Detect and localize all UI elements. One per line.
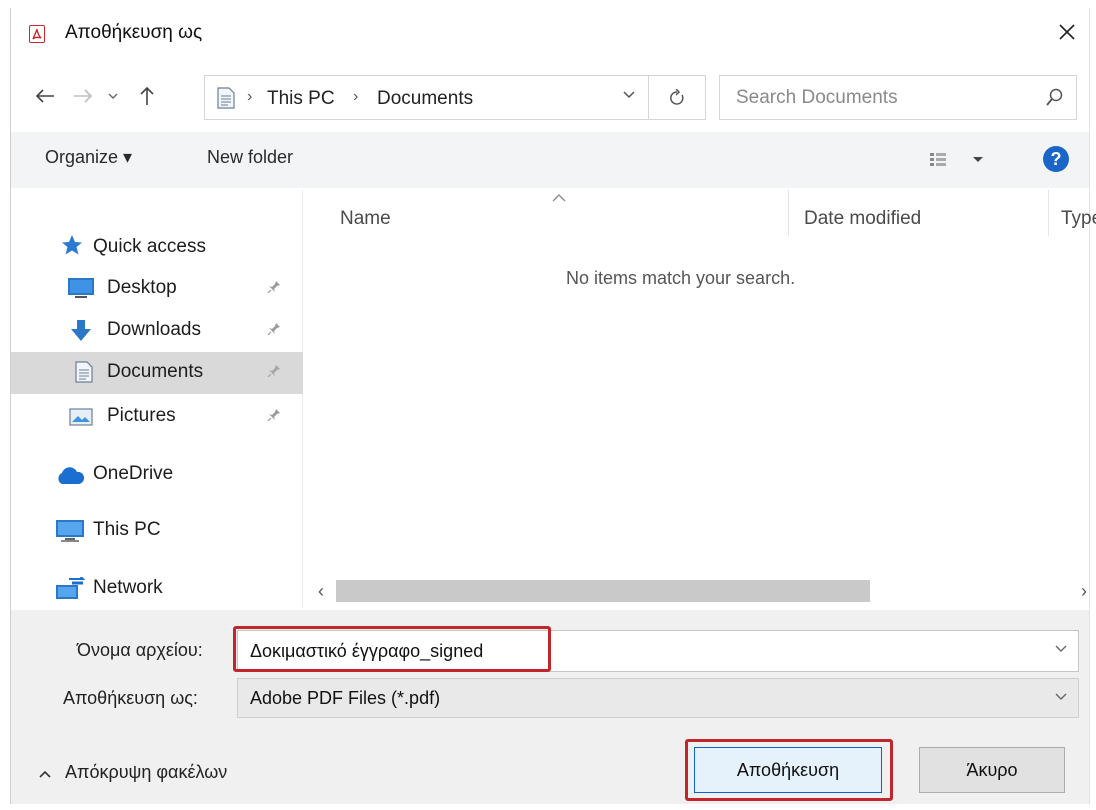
column-divider[interactable] — [788, 190, 789, 236]
organize-button[interactable]: Organize ▾ — [45, 147, 132, 168]
desktop-icon — [68, 278, 94, 298]
save-as-dialog: Αποθήκευση ως › This PC › Documents Sear… — [10, 8, 1096, 804]
help-button[interactable]: ? — [1043, 146, 1069, 172]
sidebar-item-label: Desktop — [107, 277, 177, 298]
help-icon: ? — [1050, 149, 1062, 169]
sidebar-item-label: Downloads — [107, 319, 201, 340]
scrollbar-thumb[interactable] — [336, 580, 870, 602]
window-title: Αποθήκευση ως — [65, 22, 203, 43]
scroll-right-icon[interactable]: › — [1081, 581, 1087, 602]
dialog-footer: Απόκρυψη φακέλων Αποθήκευση Άκυρο — [11, 722, 1089, 804]
sidebar-item-pictures[interactable]: Pictures — [11, 396, 303, 436]
acrobat-icon — [29, 25, 45, 43]
arrow-left-icon — [35, 89, 54, 103]
save-form: Όνομα αρχείου: Αποθήκευση ως: Adobe PDF … — [11, 610, 1089, 722]
save-type-label: Αποθήκευση ως: — [63, 688, 198, 708]
sidebar-item-label: Pictures — [107, 405, 176, 426]
search-icon — [1046, 88, 1063, 106]
save-type-value: Adobe PDF Files (*.pdf) — [250, 688, 441, 708]
search-box[interactable] — [719, 75, 1077, 120]
hide-folders-button[interactable]: Απόκρυψη φακέλων — [39, 762, 227, 783]
column-header-type[interactable]: Type — [1061, 208, 1096, 230]
column-header-name[interactable]: Name — [340, 208, 391, 230]
filename-label: Όνομα αρχείου: — [77, 640, 203, 660]
sidebar-item-desktop[interactable]: Desktop — [11, 268, 303, 308]
document-icon — [217, 87, 235, 109]
chevron-down-icon[interactable] — [1054, 692, 1068, 702]
sort-ascending-icon — [552, 194, 566, 202]
file-list[interactable]: Name Date modified Type No items match y… — [304, 190, 1096, 608]
chevron-down-icon — [108, 93, 118, 99]
new-folder-button[interactable]: New folder — [207, 147, 293, 168]
filename-input[interactable] — [238, 631, 1038, 671]
details-view-icon — [930, 153, 983, 166]
scroll-left-icon[interactable]: ‹ — [318, 581, 324, 602]
sidebar-item-label: This PC — [93, 519, 161, 540]
close-button[interactable] — [1049, 14, 1085, 50]
sidebar-item-this-pc[interactable]: This PC — [11, 510, 303, 550]
documents-icon — [75, 361, 93, 383]
navigation-pane: Quick access Desktop Downloads Documents… — [11, 190, 303, 608]
change-view-button[interactable] — [929, 150, 993, 175]
breadcrumb-documents[interactable]: Documents — [377, 88, 473, 110]
download-icon — [71, 320, 91, 341]
recent-locations-button[interactable] — [103, 82, 123, 110]
chevron-down-icon[interactable] — [1054, 644, 1068, 654]
horizontal-scrollbar[interactable]: ‹ › — [304, 578, 1089, 604]
refresh-button[interactable] — [649, 75, 706, 120]
column-divider[interactable] — [1048, 190, 1049, 236]
breadcrumb-separator-icon: › — [353, 88, 359, 105]
column-header-date-modified[interactable]: Date modified — [804, 208, 921, 230]
sidebar-item-downloads[interactable]: Downloads — [11, 310, 303, 350]
address-bar[interactable]: › This PC › Documents — [204, 75, 649, 120]
sidebar-item-label: Documents — [107, 361, 204, 382]
command-toolbar: Organize ▾ New folder ? — [11, 132, 1089, 188]
pictures-icon — [69, 408, 93, 426]
sidebar-item-quick-access[interactable]: Quick access — [11, 224, 303, 264]
breadcrumb-this-pc[interactable]: This PC — [267, 88, 335, 110]
sidebar-item-label: OneDrive — [93, 463, 174, 484]
sidebar-item-label: Network — [93, 577, 163, 598]
filename-combobox[interactable] — [237, 630, 1079, 672]
title-bar: Αποθήκευση ως — [11, 8, 1089, 58]
save-button[interactable]: Αποθήκευση — [694, 747, 882, 793]
chevron-down-icon[interactable] — [622, 90, 636, 100]
back-button[interactable] — [31, 82, 59, 110]
hide-folders-label: Απόκρυψη φακέλων — [65, 762, 228, 782]
chevron-up-icon — [39, 770, 51, 778]
sidebar-item-network[interactable]: Network — [11, 568, 303, 608]
forward-button[interactable] — [69, 82, 97, 110]
arrow-right-icon — [74, 89, 93, 103]
network-icon — [56, 577, 85, 599]
up-button[interactable] — [133, 82, 161, 110]
star-icon — [62, 235, 82, 255]
pin-icon[interactable] — [267, 364, 281, 378]
search-input[interactable] — [720, 76, 1030, 119]
computer-icon — [56, 520, 84, 542]
pin-icon[interactable] — [267, 322, 281, 336]
close-icon — [1059, 24, 1075, 40]
breadcrumb-separator-icon: › — [247, 88, 253, 105]
pin-icon[interactable] — [267, 408, 281, 422]
sidebar-item-label: Quick access — [93, 236, 206, 257]
navigation-bar: › This PC › Documents — [11, 66, 1089, 126]
arrow-up-icon — [140, 86, 154, 105]
sidebar-item-documents[interactable]: Documents — [11, 352, 303, 394]
pin-icon[interactable] — [267, 280, 281, 294]
empty-list-message: No items match your search. — [566, 268, 796, 288]
refresh-icon — [670, 88, 684, 105]
cancel-button[interactable]: Άκυρο — [919, 747, 1065, 793]
cloud-icon — [58, 467, 85, 484]
sidebar-item-onedrive[interactable]: OneDrive — [11, 454, 303, 494]
save-type-dropdown[interactable]: Adobe PDF Files (*.pdf) — [237, 678, 1079, 718]
